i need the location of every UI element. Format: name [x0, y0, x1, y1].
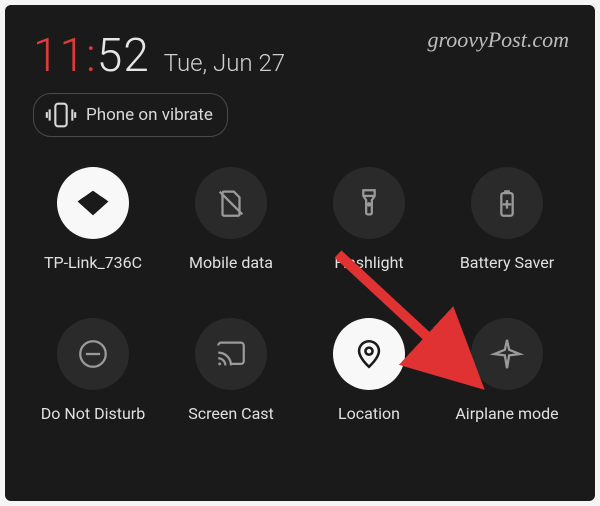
battery-plus-icon: [490, 186, 524, 220]
tile-location[interactable]: Location: [309, 318, 429, 423]
tile-screen-cast-label: Screen Cast: [188, 404, 274, 423]
tile-screen-cast-circle: [195, 318, 267, 390]
tile-battery-saver-circle: [471, 167, 543, 239]
tile-dnd-label: Do Not Disturb: [41, 404, 145, 423]
clock-minute: 52: [97, 29, 150, 83]
vibrate-icon: [44, 98, 78, 132]
tile-dnd[interactable]: Do Not Disturb: [33, 318, 153, 423]
watermark-text: groovyPost.com: [427, 27, 569, 53]
dnd-icon: [76, 337, 110, 371]
tile-mobile-data-label: Mobile data: [189, 253, 273, 272]
date-text: Tue, Jun 27: [164, 49, 285, 77]
wifi-icon: [76, 186, 110, 220]
airplane-icon: [490, 337, 524, 371]
tile-flashlight[interactable]: Flashlight: [309, 167, 429, 272]
tile-wifi-circle: [57, 167, 129, 239]
flashlight-icon: [352, 186, 386, 220]
clock-hour: 11: [33, 29, 86, 83]
tile-battery-saver-label: Battery Saver: [460, 253, 554, 272]
tile-flashlight-label: Flashlight: [334, 253, 403, 272]
tile-location-label: Location: [338, 404, 400, 423]
tile-airplane-mode-label: Airplane mode: [455, 404, 558, 423]
ringer-status-label: Phone on vibrate: [86, 105, 213, 125]
tile-location-circle: [333, 318, 405, 390]
tile-flashlight-circle: [333, 167, 405, 239]
location-pin-icon: [352, 337, 386, 371]
tile-wifi-label: TP-Link_736C: [44, 253, 142, 272]
tile-wifi[interactable]: TP-Link_736C: [33, 167, 153, 272]
clock-separator: :: [86, 29, 97, 83]
cast-icon: [214, 337, 248, 371]
quick-settings-grid: TP-Link_736C Mobile data: [33, 167, 567, 423]
ringer-status-chip[interactable]: Phone on vibrate: [33, 93, 228, 137]
tile-airplane-mode-circle: [471, 318, 543, 390]
tile-battery-saver[interactable]: Battery Saver: [447, 167, 567, 272]
tile-mobile-data-circle: [195, 167, 267, 239]
sim-off-icon: [214, 186, 248, 220]
tile-dnd-circle: [57, 318, 129, 390]
clock: 11 : 52: [33, 29, 150, 83]
tile-airplane-mode[interactable]: Airplane mode: [447, 318, 567, 423]
tile-screen-cast[interactable]: Screen Cast: [171, 318, 291, 423]
notification-shade: groovyPost.com 11 : 52 Tue, Jun 27 Phone…: [5, 5, 595, 501]
tile-mobile-data[interactable]: Mobile data: [171, 167, 291, 272]
